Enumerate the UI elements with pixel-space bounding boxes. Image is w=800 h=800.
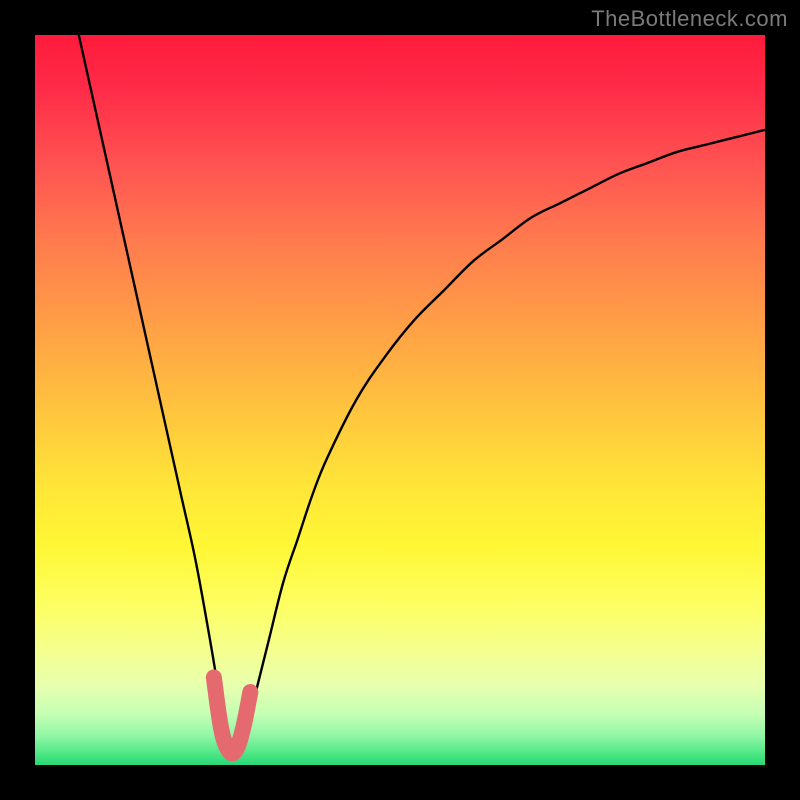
chart-frame: TheBottleneck.com [0, 0, 800, 800]
plot-area [35, 35, 765, 765]
optimal-highlight [214, 677, 251, 753]
bottleneck-curve [79, 35, 765, 753]
watermark-text: TheBottleneck.com [591, 6, 788, 32]
chart-svg [35, 35, 765, 765]
